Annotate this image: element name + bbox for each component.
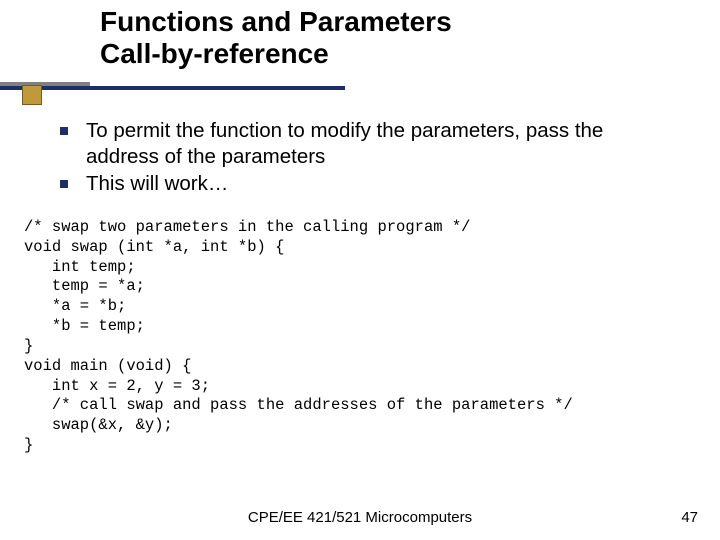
bullet-marker-icon	[60, 127, 68, 135]
title-line-1: Functions and Parameters	[100, 6, 452, 38]
rule-navy	[0, 86, 345, 90]
bullet-item: To permit the function to modify the par…	[60, 118, 670, 169]
slide: Functions and Parameters Call-by-referen…	[0, 0, 720, 540]
slide-title: Functions and Parameters Call-by-referen…	[100, 6, 452, 70]
bullet-marker-icon	[60, 180, 68, 188]
page-number: 47	[681, 509, 698, 526]
bullet-list: To permit the function to modify the par…	[60, 118, 670, 199]
title-line-2: Call-by-reference	[100, 38, 452, 70]
code-block: /* swap two parameters in the calling pr…	[24, 218, 573, 456]
bullet-item: This will work…	[60, 171, 670, 197]
bullet-text: This will work…	[86, 171, 228, 197]
bullet-text: To permit the function to modify the par…	[86, 118, 670, 169]
footer-course: CPE/EE 421/521 Microcomputers	[248, 509, 472, 526]
accent-box-icon	[22, 85, 42, 105]
